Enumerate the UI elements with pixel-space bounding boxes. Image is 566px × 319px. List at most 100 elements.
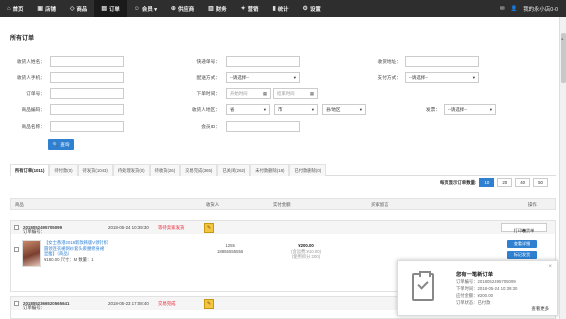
new-order-notification: × 您有一笔新订单 订单编号：2018052495705099 下单时间：201… [397, 260, 558, 316]
delivery-method-select[interactable]: --请选择-- ▾ [226, 72, 300, 83]
tab-5[interactable]: 交易完成(365) [180, 164, 218, 176]
nav-item-7[interactable]: ✦ 营销 [234, 0, 266, 17]
scroll-up-icon[interactable]: ▴ [561, 36, 564, 42]
notification-order-time: 下单时间：2018-05-24 10:39:30 [456, 286, 518, 291]
nav-item-label: 供应商 [177, 6, 195, 13]
goods-name-input[interactable] [50, 121, 124, 132]
nav-item-label: 财务 [215, 6, 227, 13]
nav-item-label: 店铺 [45, 6, 56, 13]
tab-2[interactable]: 待发货(1043) [77, 164, 113, 176]
tab-8[interactable]: 已付款删除(0) [289, 164, 327, 176]
order-time: 2018-05-23 17:08:40 [108, 301, 149, 306]
tab-0[interactable]: 所有订单(1011) [10, 164, 50, 176]
district-select[interactable]: 县/地区 ▾ [322, 104, 366, 115]
stats-icon: ▮ [272, 6, 276, 12]
col-goods: 商品 [15, 202, 24, 207]
user-icon: ☺ [133, 5, 140, 12]
order-no-input[interactable] [50, 88, 124, 99]
goods-no-input[interactable] [50, 104, 124, 115]
order-checkbox[interactable] [14, 301, 19, 306]
city-select[interactable]: 市 ▾ [274, 104, 318, 115]
nav-item-label: 订单 [108, 6, 120, 13]
tab-4[interactable]: 待收货(26) [149, 164, 181, 176]
settings-icon: ⚙ [302, 6, 308, 12]
user-menu[interactable]: 我的永小店0-0 [523, 5, 558, 13]
query-button[interactable]: 🔍 查询 [48, 139, 74, 150]
nav-item-6[interactable]: ▥ 财务 [201, 0, 233, 17]
end-time-input[interactable]: 结束时间 ▦ [273, 88, 318, 99]
nav-item-9[interactable]: ⚙ 设置 [296, 0, 328, 17]
goods-thumbnail[interactable] [22, 240, 41, 267]
mark-shipped-button[interactable]: 标记发货 [507, 251, 537, 259]
tab-3[interactable]: 待处理发货(0) [112, 164, 150, 176]
page-size-option[interactable]: 20 [497, 178, 513, 187]
receiver-address-label: 收货地址： [377, 59, 401, 64]
user-avatar-icon[interactable]: 👤 [511, 6, 518, 12]
chevron-down-icon: ▾ [489, 106, 492, 112]
nav-item-8[interactable]: ▮ 统计 [265, 0, 295, 17]
nav-right: ✉ 👤 我的永小店0-0 [500, 5, 566, 13]
page-size-option[interactable]: 40 [515, 178, 531, 187]
tab-1[interactable]: 待付款(0) [49, 164, 78, 176]
receiver-name-label: 收货人姓名： [16, 59, 45, 64]
receiver-name-input[interactable] [50, 56, 124, 67]
note-icon[interactable]: ✎ [204, 223, 214, 233]
pay-method-label: 支付方式： [377, 75, 401, 80]
order-no-label: 订单号： [26, 91, 45, 96]
nav-item-4[interactable]: ☺ 会员 ▾ [127, 0, 164, 17]
tag-icon: ◇ [69, 6, 75, 12]
order-icon: ▤ [101, 6, 107, 12]
mail-icon[interactable]: ✉ [500, 6, 505, 12]
express-no-input[interactable] [226, 56, 300, 67]
nav-item-3[interactable]: ▤ 订单 [94, 0, 127, 17]
start-time-input[interactable]: 开始时间 ▦ [226, 88, 271, 99]
tab-6[interactable]: 已关闭(262) [217, 164, 251, 176]
nav-item-5[interactable]: ⊕ 供应商 [164, 0, 201, 17]
express-no-label: 快递单号： [196, 59, 220, 64]
table-header: 商品 收货人 实付金额 买家留言 操作 [10, 198, 556, 210]
calendar-icon: ▦ [262, 90, 267, 96]
nav-item-2[interactable]: ◇ 商品 [63, 0, 94, 17]
page-title: 所有订单 [10, 36, 35, 42]
goods-name-label: 商品名称： [21, 124, 45, 129]
close-icon[interactable]: × [548, 264, 552, 270]
nav-item-1[interactable]: ▣ 店铺 [30, 0, 62, 17]
view-more-link[interactable]: 查看更多 [531, 306, 549, 312]
marketing-icon: ✦ [240, 6, 246, 12]
nav-item-0[interactable]: ⌂ 首页 [0, 0, 30, 17]
member-id-label: 会员ID： [201, 124, 220, 129]
nav-item-label: 会员 ▾ [141, 6, 157, 13]
order-status: 等待卖家发货 [158, 225, 185, 230]
chevron-down-icon: ▾ [359, 106, 362, 112]
pay-method-select[interactable]: --请选择-- ▾ [405, 72, 479, 83]
receiver-info: 1255 18855555555 [217, 243, 244, 254]
view-detail-button[interactable]: 查看详细 [507, 240, 537, 248]
invoice-label: 发票： [425, 107, 440, 112]
col-buyer-message: 买家留言 [371, 202, 389, 207]
tab-7[interactable]: 未付款删除(18) [250, 164, 290, 176]
goods-checkbox[interactable] [14, 247, 19, 252]
goods-price: ¥180.00 尺寸：M 数量：1 [44, 256, 94, 262]
receiver-address-input[interactable] [405, 56, 479, 67]
page-size-option[interactable]: 50 [533, 178, 548, 187]
receiver-area-label: 收货人地区： [191, 107, 220, 112]
receiver-phone-input[interactable] [50, 72, 124, 83]
member-id-input[interactable] [226, 121, 300, 132]
note-icon[interactable]: ✎ [204, 299, 214, 309]
col-actions: 操作 [528, 202, 537, 207]
province-select[interactable]: 省 ▾ [226, 104, 270, 115]
order-checkbox[interactable] [14, 225, 19, 230]
order-no: 订单编号： 2018052366520565641 [23, 301, 70, 310]
order-time: 2018-05-24 10:39:30 [108, 225, 149, 230]
print-invoice-button[interactable]: 🖶 打印发货单 [501, 223, 547, 233]
scrollbar[interactable]: ▴ [559, 17, 566, 319]
chevron-down-icon: ▾ [311, 106, 314, 112]
col-receiver: 收货人 [206, 202, 220, 207]
order-no: 订单编号： 2018052495705099 [23, 225, 63, 234]
chevron-down-icon: ▾ [263, 106, 266, 112]
chevron-down-icon: ▾ [472, 74, 475, 80]
goods-no-label: 商品编码： [21, 107, 45, 112]
page-size-option[interactable]: 10 [479, 178, 495, 187]
invoice-select[interactable]: --请选择-- ▾ [444, 104, 496, 115]
top-navigation-bar: ⌂ 首页 ▣ 店铺 ◇ 商品 ▤ 订单 ☺ 会员 ▾ ⊕ 供应商 ▥ 财务 ✦ 营销 ▮ 统计 ⚙ 设置 ✉ 👤 我的… [0, 0, 566, 17]
